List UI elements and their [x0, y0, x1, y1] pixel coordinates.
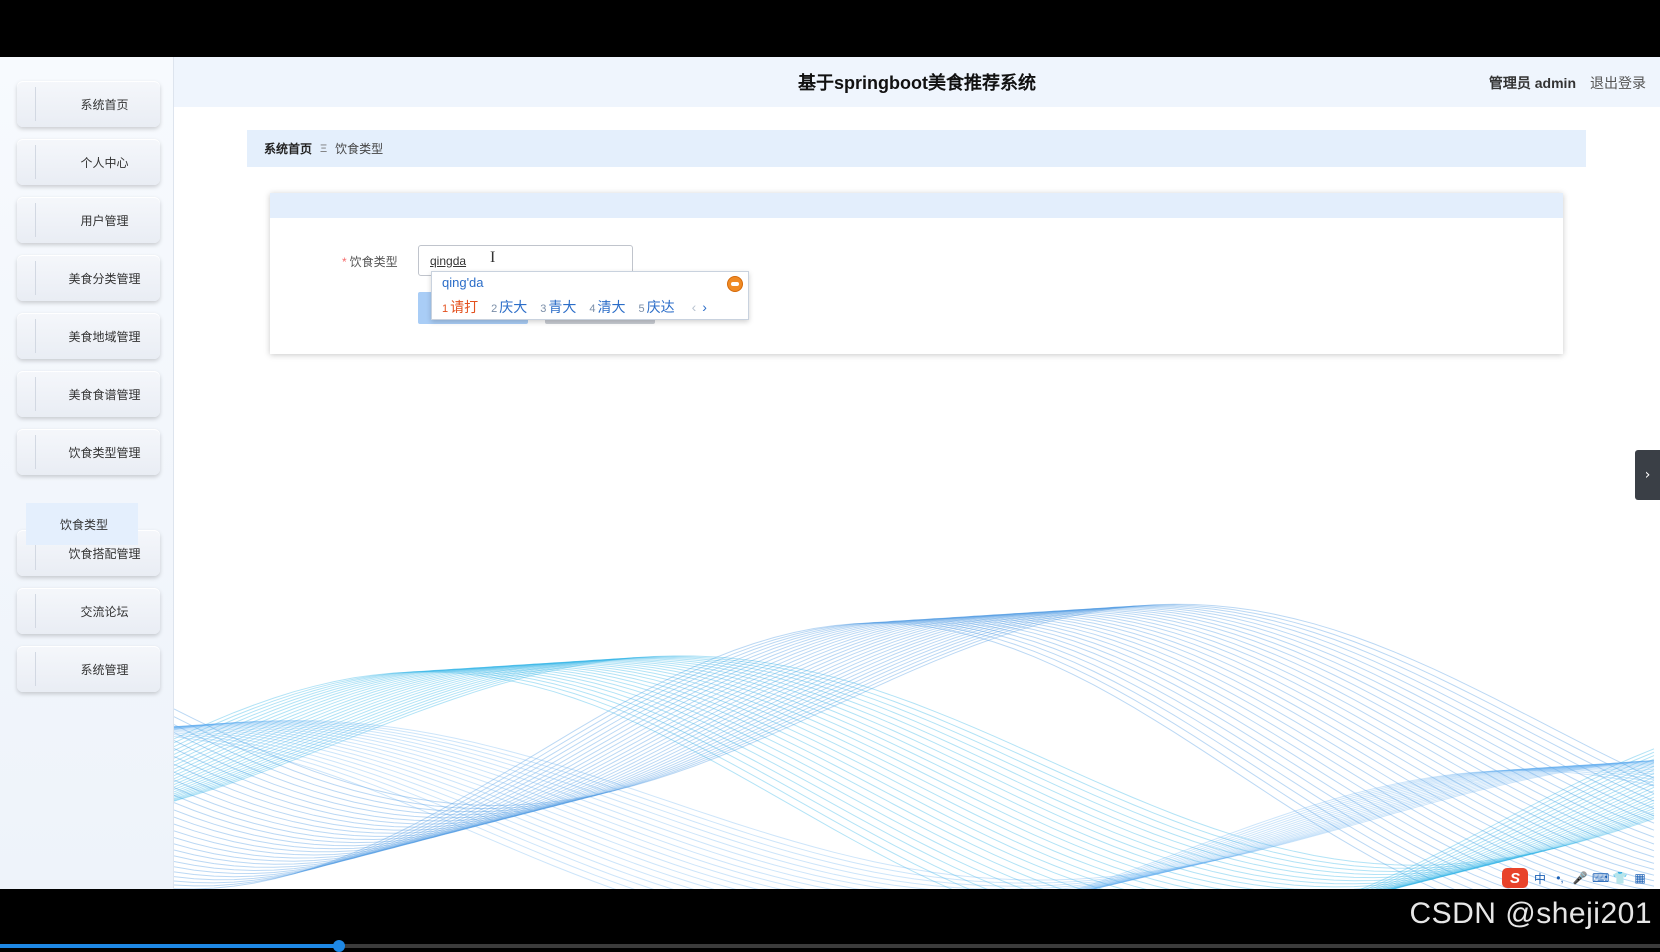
sidebar-item-label: 系统管理	[80, 662, 129, 677]
diet-type-label: * 饮食类型	[342, 253, 398, 270]
sidebar-item-label: 个人中心	[80, 155, 129, 170]
sidebar-item-label: 交流论坛	[80, 604, 129, 619]
ime-candidate[interactable]: 5 庆达	[639, 297, 675, 317]
ime-punctuation-icon[interactable]: •,	[1552, 871, 1568, 885]
toolbox-icon[interactable]: ▦	[1632, 871, 1648, 885]
top-header: 基于springboot美食推荐系统 管理员 admin 退出登录	[174, 57, 1660, 107]
sidebar-item-label: 饮食搭配管理	[68, 546, 141, 561]
breadcrumb-separator-icon: Ξ	[320, 142, 328, 155]
wave-line	[174, 621, 1474, 889]
ime-chinese-mode-icon[interactable]: 中	[1532, 870, 1548, 887]
sidebar-item-system[interactable]: 系统管理	[17, 646, 160, 692]
ime-candidate-text: 庆大	[499, 299, 528, 315]
breadcrumb: 系统首页 Ξ 饮食类型	[247, 130, 1586, 167]
app-title: 基于springboot美食推荐系统	[798, 73, 1036, 93]
ime-candidate-number: 3	[540, 303, 547, 315]
skin-icon[interactable]: 👕	[1612, 871, 1628, 885]
sidebar-item-label: 饮食类型管理	[68, 445, 141, 460]
ime-next-page-icon[interactable]: ›	[702, 299, 707, 315]
browser-viewport: 系统首页个人中心用户管理美食分类管理 美食地域管理 美食食谱管理 饮食类型管理 饮食搭配…	[0, 57, 1660, 889]
form-card-header	[270, 193, 1563, 218]
ime-candidate-text: 请打	[450, 299, 479, 315]
ime-candidate-number: 1	[442, 303, 449, 315]
sidebar: 系统首页个人中心用户管理美食分类管理 美食地域管理 美食食谱管理 饮食类型管理 饮食搭配…	[0, 57, 174, 889]
sidebar-item-diet-type[interactable]: 饮食类型管理	[17, 429, 160, 475]
required-asterisk: *	[342, 255, 347, 269]
wave-line	[174, 620, 1492, 889]
text-cursor-icon: I	[490, 249, 496, 266]
breadcrumb-current: 饮食类型	[335, 142, 384, 156]
ime-candidate-list: 1 请打 2 庆大 3 青大 4 清大 5 庆达 ‹ ›	[442, 297, 707, 317]
sidebar-subitem-label: 饮食类型	[60, 517, 109, 532]
sogou-logo-icon[interactable]: S	[1502, 868, 1528, 888]
sidebar-item-label: 美食分类管理	[68, 271, 141, 286]
wave-line	[174, 621, 1455, 889]
watermark: CSDN @sheji201	[1409, 897, 1652, 930]
ime-candidate[interactable]: 1 请打	[442, 297, 478, 317]
ime-composition-text: qing'da	[442, 275, 484, 290]
sidebar-item-home[interactable]: 系统首页	[17, 81, 160, 127]
sidebar-item-label: 美食食谱管理	[68, 387, 141, 402]
ime-status-bar: S 中 •, 🎤 ⌨ 👕 ▦	[1502, 867, 1660, 889]
sidebar-item-forum[interactable]: 交流论坛	[17, 588, 160, 634]
keyboard-icon[interactable]: ⌨	[1592, 871, 1609, 885]
ime-candidate-number: 5	[638, 303, 645, 315]
ime-candidate[interactable]: 2 庆大	[491, 297, 527, 317]
sidebar-item-food-recipe[interactable]: 美食食谱管理	[17, 371, 160, 417]
sidebar-item-profile[interactable]: 个人中心	[17, 139, 160, 185]
ime-candidate[interactable]: 3 青大	[540, 297, 576, 317]
video-progress-fill	[0, 944, 339, 948]
sidebar-item-users[interactable]: 用户管理	[17, 197, 160, 243]
logout-link[interactable]: 退出登录	[1590, 73, 1646, 93]
ime-candidate-number: 2	[491, 303, 498, 315]
admin-user-label: 管理员 admin	[1488, 75, 1576, 91]
sidebar-item-label: 美食地域管理	[68, 329, 141, 344]
ime-candidate-text: 庆达	[646, 299, 675, 315]
ime-prev-page-icon[interactable]: ‹	[692, 299, 697, 315]
video-progress-handle[interactable]	[332, 940, 345, 952]
wave-line	[174, 603, 1655, 807]
chevron-right-icon[interactable]: ›	[1635, 450, 1660, 500]
sidebar-item-label: 系统首页	[80, 97, 129, 112]
wave-line	[174, 615, 1646, 889]
sidebar-item-food-region[interactable]: 美食地域管理	[17, 313, 160, 359]
video-progress-bar[interactable]	[0, 940, 1660, 952]
screen-recording-frame: 系统首页个人中心用户管理美食分类管理 美食地域管理 美食食谱管理 饮食类型管理 饮食搭配…	[0, 0, 1660, 952]
sidebar-item-label: 用户管理	[80, 213, 129, 228]
background-waves	[174, 603, 1655, 889]
wave-line	[174, 619, 1512, 889]
ime-skin-icon[interactable]	[727, 276, 743, 292]
wave-line	[174, 616, 1619, 889]
sidebar-subitem-diet-type[interactable]: 饮食类型	[26, 503, 138, 545]
ime-candidate[interactable]: 4 清大	[589, 297, 625, 317]
breadcrumb-home-link[interactable]: 系统首页	[264, 140, 312, 157]
ime-candidate-number: 4	[589, 303, 596, 315]
ime-candidate-text: 清大	[597, 299, 626, 315]
diet-type-label-text: 饮食类型	[349, 255, 398, 269]
microphone-icon[interactable]: 🎤	[1572, 871, 1588, 885]
sidebar-item-food-category[interactable]: 美食分类管理	[17, 255, 160, 301]
ime-candidate-text: 青大	[548, 299, 577, 315]
ime-candidate-popup: qing'da 1 请打 2 庆大 3 青大 4 清大 5 庆达 ‹ ›	[431, 271, 749, 320]
